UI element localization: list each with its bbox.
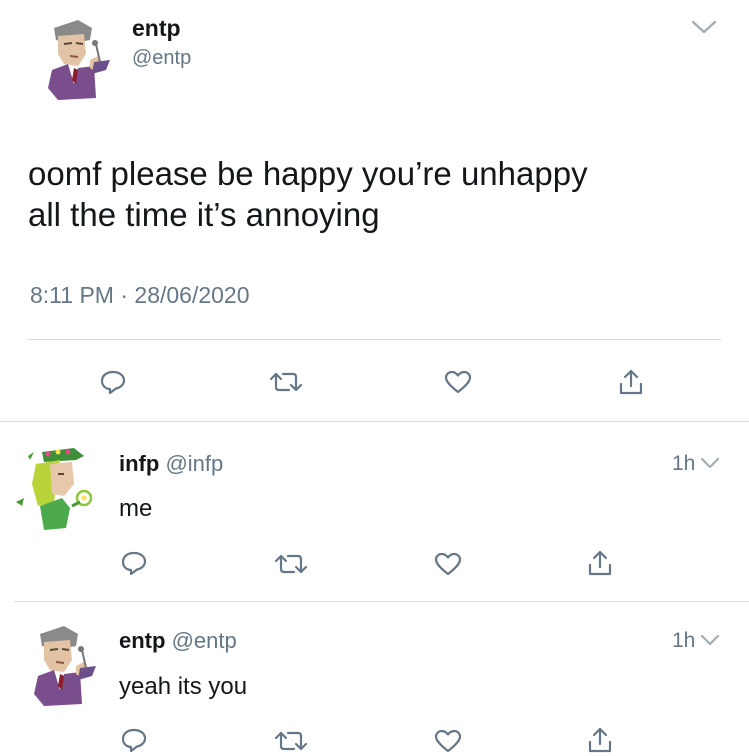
avatar-entp[interactable]: [34, 14, 118, 104]
reply-icon[interactable]: [99, 369, 127, 395]
reply-icon[interactable]: [120, 550, 148, 576]
separator-dot: ·: [120, 282, 129, 308]
reply-icon[interactable]: [120, 727, 148, 753]
share-icon[interactable]: [618, 367, 644, 397]
heart-icon[interactable]: [433, 551, 463, 577]
heart-icon[interactable]: [443, 369, 473, 395]
tweet-text: oomf please be happy you’re unhappy all …: [28, 153, 588, 235]
heart-icon[interactable]: [433, 728, 463, 754]
reply-author[interactable]: entp @entp: [119, 628, 237, 654]
share-icon[interactable]: [587, 548, 613, 578]
reply-author[interactable]: infp @infp: [119, 451, 223, 477]
author-name: entp: [119, 628, 166, 653]
retweet-icon[interactable]: [274, 729, 308, 753]
retweet-icon[interactable]: [274, 552, 308, 576]
chevron-down-icon[interactable]: [699, 455, 721, 471]
tweet-timestamp[interactable]: 8:11 PM · 28/06/2020: [30, 282, 250, 309]
reply-text: me: [119, 495, 153, 522]
author-handle: @entp: [171, 628, 237, 653]
author-handle: @infp: [165, 451, 224, 476]
share-icon[interactable]: [587, 725, 613, 755]
divider: [14, 601, 749, 602]
divider: [28, 339, 721, 340]
author-handle[interactable]: @entp: [132, 47, 191, 70]
avatar-entp[interactable]: [20, 620, 104, 710]
reply-age: 1h: [672, 629, 696, 652]
tweet-date: 28/06/2020: [134, 282, 250, 308]
author-name: infp: [119, 451, 160, 476]
reply-text: yeah its you: [119, 673, 248, 700]
reply-age: 1h: [672, 452, 696, 475]
tweet-text-line: oomf please be happy you’re unhappy: [28, 155, 588, 192]
divider: [0, 421, 749, 422]
avatar-infp[interactable]: [14, 444, 102, 536]
author-name[interactable]: entp: [132, 15, 181, 42]
chevron-down-icon[interactable]: [690, 18, 718, 36]
tweet-time: 8:11 PM: [30, 282, 114, 308]
chevron-down-icon[interactable]: [699, 632, 721, 648]
tweet-text-line: all the time it’s annoying: [28, 196, 380, 233]
retweet-icon[interactable]: [269, 370, 303, 394]
